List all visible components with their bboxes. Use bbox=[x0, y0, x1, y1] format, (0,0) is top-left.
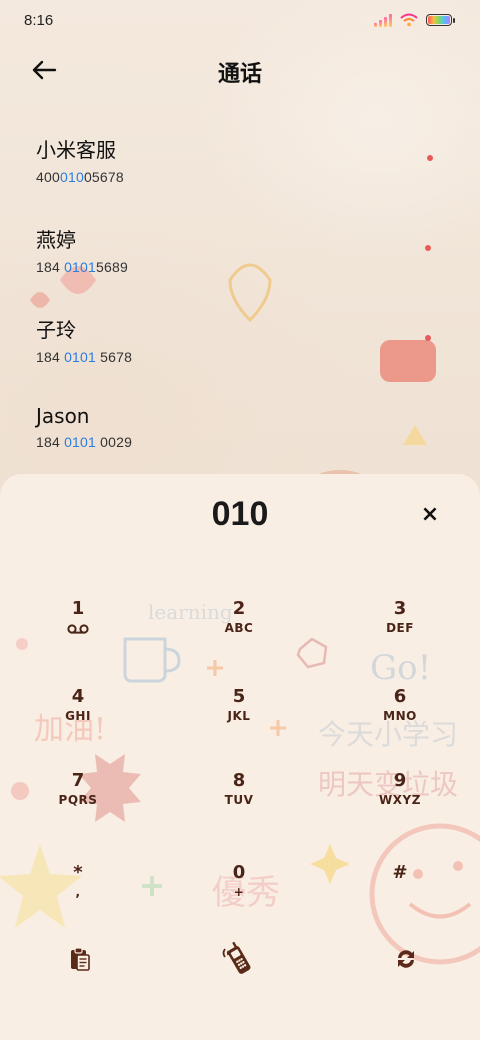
status-time: 8:16 bbox=[24, 11, 54, 29]
key-3[interactable]: 3 DEF bbox=[340, 598, 460, 662]
contact-item[interactable]: 小米客服 40001005678 bbox=[0, 120, 480, 200]
refresh-icon bbox=[398, 950, 414, 968]
battery-icon bbox=[426, 14, 455, 26]
wifi-icon bbox=[400, 13, 418, 27]
key-2[interactable]: 2 ABC bbox=[179, 598, 299, 662]
key-8[interactable]: 8 TUV bbox=[179, 770, 299, 834]
header: 通话 bbox=[0, 48, 480, 92]
clipboard-icon bbox=[71, 947, 90, 971]
call-icon bbox=[222, 941, 251, 974]
contact-item[interactable]: 燕婷 184 01015689 bbox=[0, 210, 480, 290]
contact-number: 184 0101 0029 bbox=[36, 434, 133, 450]
contact-number: 40001005678 bbox=[36, 169, 124, 185]
key-4[interactable]: 4 GHI bbox=[18, 686, 138, 750]
contact-name: 燕婷 bbox=[36, 228, 76, 252]
key-hash[interactable]: # bbox=[340, 862, 460, 926]
call-button[interactable] bbox=[208, 934, 268, 984]
key-9[interactable]: 9 WXYZ bbox=[340, 770, 460, 834]
clear-button[interactable]: × bbox=[410, 494, 450, 534]
contact-name: 子玲 bbox=[36, 318, 76, 342]
paste-button[interactable] bbox=[50, 934, 110, 984]
contact-item[interactable]: 子玲 184 0101 5678 bbox=[0, 300, 480, 380]
signal-icon bbox=[374, 13, 392, 27]
key-5[interactable]: 5 JKL bbox=[179, 686, 299, 750]
key-star[interactable]: * , bbox=[18, 862, 138, 926]
status-bar: 8:16 bbox=[0, 0, 480, 40]
status-icons bbox=[374, 13, 455, 27]
dial-input-display[interactable]: 010 bbox=[0, 484, 480, 544]
contact-name: 小米客服 bbox=[36, 138, 116, 162]
key-7[interactable]: 7 PQRS bbox=[18, 770, 138, 834]
contact-item[interactable]: Jason 184 0101 0029 bbox=[0, 390, 480, 470]
key-1[interactable]: 1 bbox=[18, 598, 138, 662]
contact-number: 184 01015689 bbox=[36, 259, 128, 275]
contact-number: 184 0101 5678 bbox=[36, 349, 133, 365]
contact-name: Jason bbox=[36, 404, 90, 428]
key-6[interactable]: 6 MNO bbox=[340, 686, 460, 750]
page-title: 通话 bbox=[217, 62, 262, 87]
key-0[interactable]: 0 + bbox=[179, 862, 299, 926]
dialpad: learning Go! 加油! 今天小学习 明天变垃圾 優秀 010 × 1 … bbox=[0, 474, 480, 1040]
voicemail-icon bbox=[67, 624, 89, 634]
switch-button[interactable] bbox=[376, 934, 436, 984]
